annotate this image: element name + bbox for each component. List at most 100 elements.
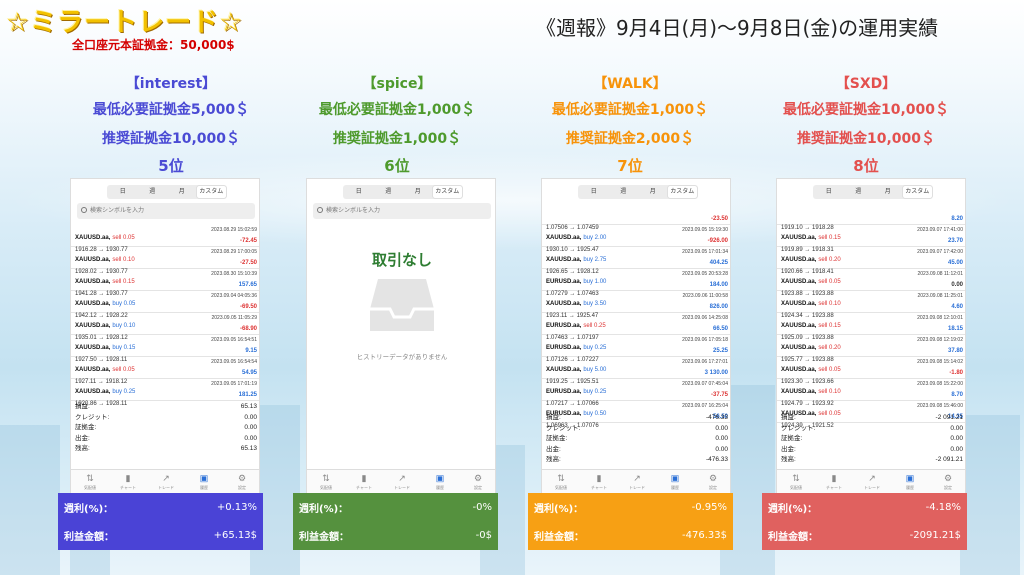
trade-row[interactable]: XAUUSD.aa, sell 0.10 2023.09.08 11:25:01 19… xyxy=(777,291,965,319)
search-icon xyxy=(317,207,323,213)
nav-tab[interactable]: ⇅ 気配値 xyxy=(777,470,815,495)
trade-row[interactable]: XAUUSD.aa, sell 0.10 2023.09.08 15:22:00 19… xyxy=(777,379,965,407)
nav-tab-label: 履歴 xyxy=(200,485,208,490)
trade-row[interactable]: XAUUSD.aa, sell 0.20 2023.09.08 12:19:02 19… xyxy=(777,335,965,363)
nav-tab-label: チャート xyxy=(120,485,136,490)
trade-row[interactable]: XAUUSD.aa, sell 0.15 2023.08.30 15:10:39 19… xyxy=(71,269,259,297)
tab-month[interactable]: 月 xyxy=(873,186,903,198)
trade-row[interactable]: XAUUSD.aa, sell 0.05 2023.09.08 11:12:01 19… xyxy=(777,269,965,297)
tab-custom[interactable]: カスタム xyxy=(667,186,697,198)
nav-tab[interactable]: ▮ チャート xyxy=(580,470,618,495)
tab-week[interactable]: 週 xyxy=(844,186,874,198)
tab-custom[interactable]: カスタム xyxy=(432,186,462,198)
trade-date: 2023.09.08 12:10:01 xyxy=(917,315,963,321)
trade-row[interactable]: XAUUSD.aa, sell 0.10 2023.08.29 17:00:05 19… xyxy=(71,247,259,275)
nav-tab[interactable]: ↗ トレード xyxy=(853,470,891,495)
nav-tab[interactable]: ↗ トレード xyxy=(147,470,185,495)
nav-tab[interactable]: ⇅ 気配値 xyxy=(71,470,109,495)
trade-side: sell 0.05 xyxy=(818,279,841,285)
nav-tab[interactable]: ▣ 履歴 xyxy=(891,470,929,495)
trade-date: 2023.09.05 17:01:19 xyxy=(211,381,257,387)
trade-row[interactable]: XAUUSD.aa, buy 0.10 2023.09.05 11:05:29 193… xyxy=(71,313,259,341)
nav-tab[interactable]: ▣ 履歴 xyxy=(421,470,459,495)
tab-week[interactable]: 週 xyxy=(609,186,639,198)
trade-date: 2023.08.30 15:10:39 xyxy=(211,271,257,277)
history-icon: ▣ xyxy=(670,473,680,483)
trade-symbol: XAUUSD.aa, xyxy=(781,323,817,329)
trade-icon: ↗ xyxy=(633,473,641,483)
trade-row[interactable]: XAUUSD.aa, sell 0.05 2023.09.08 15:14:02 19… xyxy=(777,357,965,385)
tab-day[interactable]: 日 xyxy=(579,186,609,198)
strategy-info-walk: 【WALK】 最低必要証拠金1,000＄ 推奨証拠金2,000＄ 7位 xyxy=(513,72,747,178)
account-summary: 損益: -2 091.21 クレジット: 0.00 証拠金: 0.00 出金: 0.00 残高:… xyxy=(777,413,965,466)
trade-row[interactable]: XAUUSD.aa, buy 5.00 2023.09.06 17:27:01 191… xyxy=(542,357,730,385)
trade-row[interactable]: XAUUSD.aa, sell 0.15 2023.09.08 12:10:01 19… xyxy=(777,313,965,341)
recommended-margin: 推奨証拠金1,000＄ xyxy=(332,131,462,147)
trade-list: 1919.10 → 1918.28 8.20 XAUUSD.aa, sell 0.15… xyxy=(777,203,965,429)
trade-row[interactable]: XAUUSD.aa, sell 0.20 2023.09.07 17:42:00 19… xyxy=(777,247,965,275)
trade-row[interactable]: XAUUSD.aa, sell 0.15 2023.09.07 17:41:00 19… xyxy=(777,225,965,253)
trade-row[interactable]: XAUUSD.aa, sell 0.05 2023.08.29 15:02:59 19… xyxy=(71,225,259,253)
nav-tab[interactable]: ⚙ 設定 xyxy=(929,470,965,495)
trade-row[interactable]: 1919.10 → 1918.28 8.20 xyxy=(777,203,965,231)
trade-side: buy 0.05 xyxy=(112,301,136,307)
tab-day[interactable]: 日 xyxy=(344,186,374,198)
trade-row[interactable]: XAUUSD.aa, buy 0.15 2023.09.05 16:54:51 192… xyxy=(71,335,259,363)
nav-tab[interactable]: ↗ トレード xyxy=(383,470,421,495)
trade-profit: 404.25 xyxy=(709,260,728,266)
trade-row[interactable]: XAUUSD.aa, buy 0.05 2023.09.04 04:05:36 194… xyxy=(71,291,259,319)
nav-tab-label: チャート xyxy=(356,485,372,490)
trade-side: sell 0.15 xyxy=(818,323,841,329)
nav-tab[interactable]: ▮ チャート xyxy=(345,470,383,495)
search-input[interactable]: 検索シンボルを入力 xyxy=(313,203,491,219)
trade-icon: ↗ xyxy=(398,473,406,483)
tab-week[interactable]: 週 xyxy=(374,186,404,198)
trade-row[interactable]: XAUUSD.aa, buy 2.75 2023.09.05 17:01:34 192… xyxy=(542,247,730,275)
trade-profit: -27.50 xyxy=(239,260,257,266)
tab-week[interactable]: 週 xyxy=(138,186,168,198)
trade-row[interactable]: 1.07506 → 1.07459 -23.50 xyxy=(542,203,730,231)
weekly-rate-value: -0.95% xyxy=(691,501,727,513)
nav-tab[interactable]: ↗ トレード xyxy=(618,470,656,495)
summary-label: 証拠金: xyxy=(546,435,568,442)
tab-custom[interactable]: カスタム xyxy=(196,186,226,198)
trade-side: sell 0.05 xyxy=(112,235,135,241)
nav-tab[interactable]: ▮ チャート xyxy=(815,470,853,495)
tab-month[interactable]: 月 xyxy=(638,186,668,198)
recommended-margin: 推奨証拠金10,000＄ xyxy=(796,131,936,147)
trade-row[interactable]: XAUUSD.aa, buy 2.00 2023.09.05 15:19:30 193… xyxy=(542,225,730,253)
nav-tab[interactable]: ⚙ 設定 xyxy=(223,470,259,495)
trade-row[interactable]: EURUSD.aa, buy 0.25 2023.09.06 17:05:18 1.0… xyxy=(542,335,730,363)
tab-day[interactable]: 日 xyxy=(814,186,844,198)
chart-icon: ▮ xyxy=(596,473,602,483)
tab-month[interactable]: 月 xyxy=(403,186,433,198)
tab-month[interactable]: 月 xyxy=(167,186,197,198)
trade-profit: 25.25 xyxy=(712,348,728,354)
nav-tab[interactable]: ⚙ 設定 xyxy=(459,470,495,495)
profit-value: +65.13$ xyxy=(213,529,257,541)
tab-day[interactable]: 日 xyxy=(108,186,138,198)
trade-row[interactable]: EURUSD.aa, sell 0.25 2023.09.06 14:25:08 1.… xyxy=(542,313,730,341)
trade-symbol: XAUUSD.aa, xyxy=(781,235,817,241)
nav-tab[interactable]: ⇅ 気配値 xyxy=(307,470,345,495)
nav-tab[interactable]: ⚙ 設定 xyxy=(694,470,730,495)
tab-custom[interactable]: カスタム xyxy=(902,186,932,198)
trade-date: 2023.09.05 20:53:28 xyxy=(682,271,728,277)
trade-symbol: EURUSD.aa, xyxy=(546,279,582,285)
nav-tab[interactable]: ▣ 履歴 xyxy=(656,470,694,495)
trade-row[interactable]: EURUSD.aa, buy 1.00 2023.09.05 20:53:28 1.0… xyxy=(542,269,730,297)
trade-row[interactable]: XAUUSD.aa, sell 0.05 2023.09.05 16:54:54 19… xyxy=(71,357,259,385)
trade-date: 2023.09.07 17:42:00 xyxy=(917,249,963,255)
trade-row[interactable]: XAUUSD.aa, buy 3.50 2023.09.06 11:00:58 192… xyxy=(542,291,730,319)
trade-date: 2023.09.06 17:27:01 xyxy=(682,359,728,365)
search-input[interactable]: 検索シンボルを入力 xyxy=(77,203,255,219)
nav-tab[interactable]: ▮ チャート xyxy=(109,470,147,495)
summary-value: 0.00 xyxy=(715,424,728,432)
nav-tab[interactable]: ▣ 履歴 xyxy=(185,470,223,495)
phone-history-interest: 日 週 月 カスタム 検索シンボルを入力 XAUUSD.aa, sell 0.05… xyxy=(70,178,260,496)
summary-value: 65.13 xyxy=(240,403,257,410)
trade-row[interactable]: EURUSD.aa, buy 0.25 2023.09.07 07:45:04 1.0… xyxy=(542,379,730,407)
trade-side: sell 0.15 xyxy=(818,235,841,241)
trade-row[interactable]: XAUUSD.aa, buy 0.25 2023.09.05 17:01:19 192… xyxy=(71,379,259,407)
nav-tab[interactable]: ⇅ 気配値 xyxy=(542,470,580,495)
